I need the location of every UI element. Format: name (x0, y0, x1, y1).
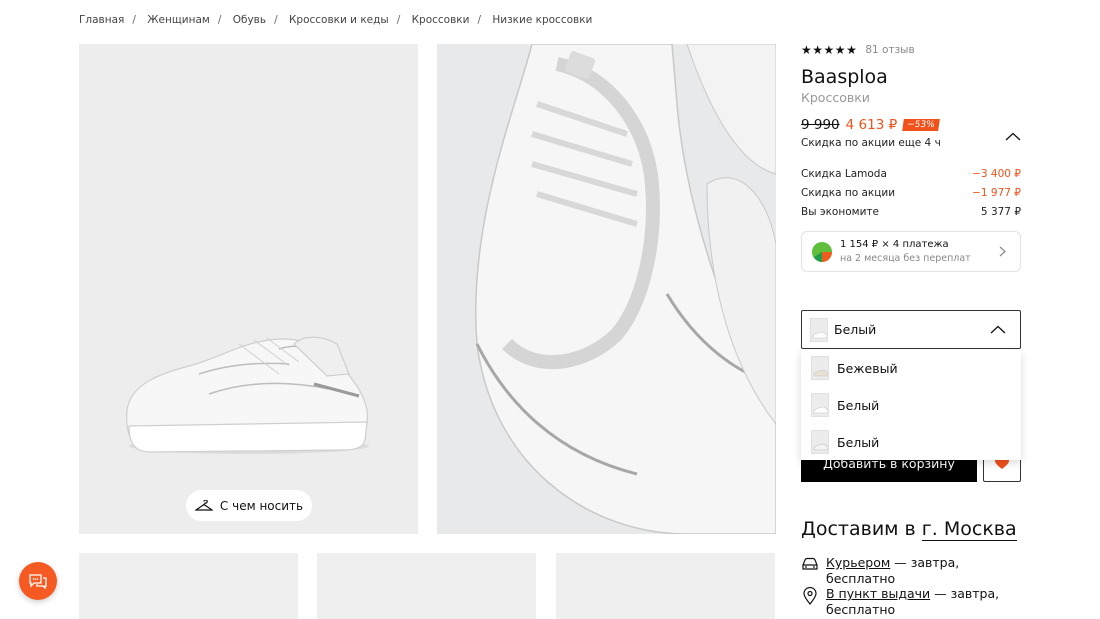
current-price: 4 613 ₽ (845, 117, 898, 133)
sneaker-closeup-image (437, 44, 776, 534)
color-option[interactable]: Бежевый (801, 350, 1021, 387)
rating-stars: ★★★★★ (801, 43, 857, 57)
color-option-label: Белый (837, 435, 880, 450)
star-icon: ★ (823, 43, 835, 57)
breadcrumb-item-home[interactable]: Главная (79, 14, 124, 26)
savings-row: Вы экономите 5 377 ₽ (801, 206, 1021, 218)
color-swatch-thumbnail (811, 356, 829, 380)
star-icon: ★ (812, 43, 824, 57)
old-price: 9 990 (801, 117, 840, 133)
color-swatch-thumbnail (811, 430, 829, 454)
star-icon: ★ (801, 43, 813, 57)
gallery-thumbnail[interactable] (79, 553, 298, 619)
savings-label: Вы экономите (801, 206, 879, 218)
breadcrumb-separator: / (274, 14, 278, 26)
delivery-title: Доставим в г. Москва (801, 518, 1017, 541)
delivery-city-link[interactable]: г. Москва (921, 518, 1017, 541)
discount-row-promo: Скидка по акции −1 977 ₽ (801, 187, 1021, 199)
courier-link[interactable]: Курьером (826, 555, 890, 570)
discount-row-lamoda: Скидка Lamoda −3 400 ₽ (801, 168, 1021, 180)
price-row: 9 990 4 613 ₽ −53% (801, 117, 940, 133)
star-icon: ★ (834, 43, 847, 57)
delivery-option-courier: Курьером — завтра, бесплатно (801, 555, 1021, 586)
car-icon (802, 557, 818, 570)
discount-label: Скидка Lamoda (801, 168, 887, 180)
support-chat-button[interactable] (19, 562, 57, 600)
pickup-link[interactable]: В пункт выдачи (826, 586, 930, 601)
installment-terms: на 2 месяца без переплат (840, 253, 971, 264)
star-icon: ★ (846, 43, 858, 57)
location-pin-icon (803, 587, 817, 605)
selected-color: Белый (834, 322, 877, 337)
rating[interactable]: ★★★★★ 81 отзыв (801, 43, 915, 57)
color-option-label: Бежевый (837, 361, 898, 376)
delivery-pickup-text: В пункт выдачи — завтра, бесплатно (826, 586, 1016, 618)
breadcrumb-separator: / (217, 14, 222, 26)
color-swatch-thumbnail (810, 318, 828, 342)
gallery-thumbnail[interactable] (556, 553, 775, 619)
delivery-courier-text: Курьером — завтра, бесплатно (826, 555, 1016, 587)
breadcrumb-separator: / (477, 14, 481, 26)
color-swatch-thumbnail (811, 393, 829, 417)
breadcrumb-separator: / (396, 14, 401, 26)
savings-value: 5 377 ₽ (980, 206, 1021, 218)
color-option[interactable]: Белый (801, 424, 1021, 461)
breadcrumb-item-low-sneakers[interactable]: Низкие кроссовки (492, 14, 592, 26)
brand-name[interactable]: Baasploa (801, 66, 888, 88)
breadcrumb-item-shoes[interactable]: Обувь (233, 14, 266, 26)
price-details-toggle[interactable] (1005, 126, 1021, 145)
installment-offer[interactable]: 1 154 ₽ × 4 платежа на 2 месяца без пере… (801, 231, 1021, 272)
delivery-title-text: Доставим в (801, 518, 916, 540)
product-photo-main[interactable]: С чем носить (79, 44, 418, 534)
promo-timer-note: Скидка по акции еще 4 ч (801, 137, 941, 149)
product-category: Кроссовки (801, 90, 870, 105)
breadcrumb-separator: / (132, 14, 136, 26)
color-dropdown-menu: Бежевый Белый Белый (801, 350, 1021, 460)
chevron-up-icon (1005, 132, 1021, 141)
breadcrumb-item-sneakers-and-keds[interactable]: Кроссовки и кеды (289, 14, 389, 26)
chevron-right-icon (999, 246, 1006, 257)
hanger-icon (194, 499, 213, 511)
delivery-option-pickup: В пункт выдачи — завтра, бесплатно (801, 586, 1021, 619)
color-select[interactable]: Белый (801, 310, 1021, 349)
product-photo-closeup[interactable] (437, 44, 776, 534)
discount-badge: −53% (902, 119, 940, 131)
split-logo-icon (812, 242, 832, 262)
breadcrumb: Главная / Женщинам / Обувь / Кроссовки и ке… (79, 14, 592, 26)
discount-label: Скидка по акции (801, 187, 896, 199)
discount-value: −1 977 ₽ (972, 187, 1021, 199)
gallery-thumbnail[interactable] (317, 553, 536, 619)
installment-amount: 1 154 ₽ × 4 платежа (840, 239, 949, 250)
what-to-wear-label: С чем носить (219, 498, 304, 513)
chat-icon (29, 574, 47, 589)
sneaker-side-image (126, 336, 369, 454)
breadcrumb-item-sneakers[interactable]: Кроссовки (412, 14, 470, 26)
review-count[interactable]: 81 отзыв (865, 44, 914, 56)
chevron-up-icon (990, 325, 1006, 334)
color-option-label: Белый (837, 398, 880, 413)
breadcrumb-item-women[interactable]: Женщинам (147, 14, 210, 26)
what-to-wear-button[interactable]: С чем носить (186, 490, 312, 521)
color-option[interactable]: Белый (801, 387, 1021, 424)
discount-value: −3 400 ₽ (972, 168, 1021, 180)
